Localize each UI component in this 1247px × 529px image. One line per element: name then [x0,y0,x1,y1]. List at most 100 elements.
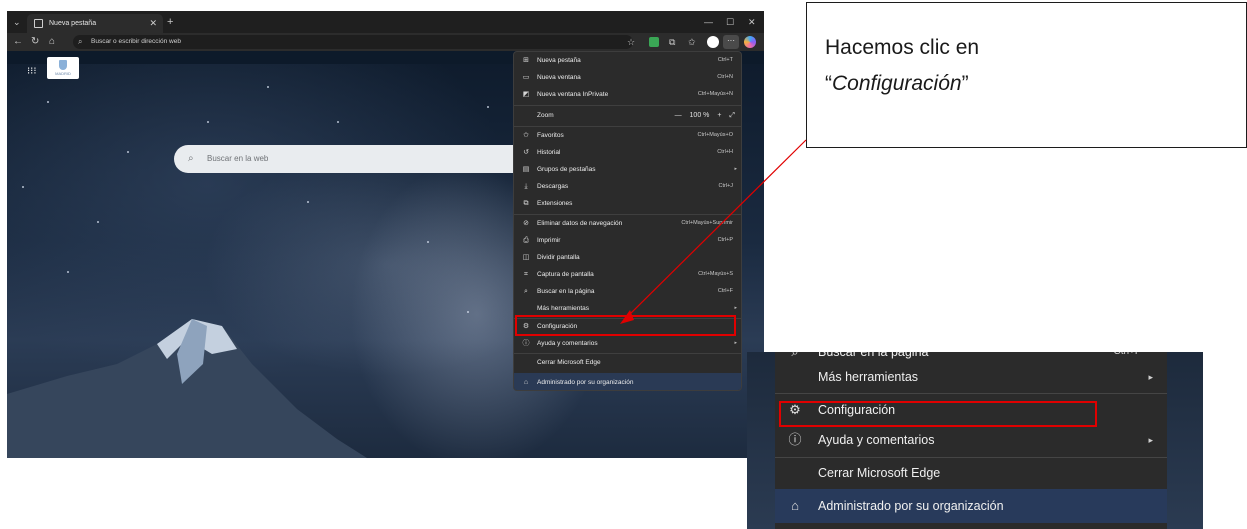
zoomed-more-tools-row[interactable]: Más herramientas ▸ [775,362,1167,392]
menu-item-extensions[interactable]: ⧉ Extensiones [514,195,741,212]
apps-grid-icon[interactable]: ⁝⁝⁝ [27,66,37,77]
zoomed-managed-row[interactable]: ⌂ Administrado por su organización [775,489,1167,523]
menu-item-label: Zoom [537,112,554,119]
find-icon: ⌕ [785,352,805,362]
web-search-input[interactable]: ⌕ Buscar en la web [174,145,530,173]
back-icon[interactable]: ← [13,33,23,51]
menu-item-screenshot[interactable]: ⌗ Captura de pantalla Ctrl+Mayús+S [514,266,741,283]
menu-item-shortcut: Ctrl+N [717,74,733,80]
favorites-icon: ✩ [523,132,529,139]
zoomed-close-edge-row[interactable]: Cerrar Microsoft Edge [775,458,1167,488]
zoom-out-button[interactable]: — [675,107,682,124]
zoom-in-button[interactable]: + [717,107,721,124]
refresh-icon[interactable]: ↻ [31,33,39,51]
zoomed-help-row[interactable]: ⓘ Ayuda y comentarios ▸ [775,425,1167,455]
extension-green-icon[interactable] [649,37,659,47]
menu-item-help[interactable]: ⓘ Ayuda y comentarios ▸ [514,335,741,352]
zoomed-more-tools-label: Más herramientas [818,370,919,384]
menu-item-label: Buscar en la página [537,288,595,295]
home-icon[interactable]: ⌂ [49,33,55,51]
menu-item-label: Ayuda y comentarios [537,340,598,347]
tab-bar: ⌄ Nueva pestaña ✕ + — ☐ ✕ [7,11,764,33]
window-maximize-button[interactable]: ☐ [726,11,734,33]
callout-close-quote: ” [961,72,969,95]
delete-data-icon: ⊘ [523,220,529,227]
submenu-arrow-icon: ▸ [734,340,737,346]
help-icon: ⓘ [788,432,802,447]
menu-divider [775,393,1167,394]
new-window-icon: ▭ [522,74,530,81]
menu-item-label: Captura de pantalla [537,271,594,278]
split-screen-icon: ◫ [522,254,530,261]
menu-item-label: Nueva ventana [537,74,581,81]
menu-item-history[interactable]: ↺ Historial Ctrl+H [514,144,741,161]
menu-item-delete-data[interactable]: ⊘ Eliminar datos de navegación Ctrl+Mayú… [514,215,741,232]
tab-new-tab[interactable]: Nueva pestaña ✕ [27,14,163,33]
organization-logo[interactable]: MADRID [47,57,79,79]
new-tab-button[interactable]: + [167,11,173,33]
callout-box: Hacemos clic en “Configuración” [806,2,1247,148]
callout-emphasis: Configuración [832,72,962,95]
callout-line-1: Hacemos clic en [825,36,980,59]
menu-item-new-tab[interactable]: ⊞ Nueva pestaña Ctrl+T [514,52,741,69]
org-logo-text: MADRID [55,71,71,76]
window-minimize-button[interactable]: — [704,11,713,33]
menu-item-label: Favoritos [537,132,564,139]
menu-item-shortcut: Ctrl+F [717,288,733,294]
menu-item-close-edge[interactable]: Cerrar Microsoft Edge [514,354,741,371]
zoomed-find-shortcut: Ctrl+F [1114,352,1142,362]
settings-highlight-box [515,315,736,336]
inprivate-icon: ◩ [522,91,530,98]
tab-actions-chevron-icon[interactable]: ⌄ [13,11,21,33]
menu-item-shortcut: Ctrl+J [718,183,733,189]
profile-avatar[interactable] [707,36,719,48]
zoomed-find-row[interactable]: ⌕ Buscar en la página Ctrl+F [775,352,1167,362]
menu-item-tab-groups[interactable]: ▤ Grupos de pestañas ▸ [514,161,741,178]
print-icon: ⎙ [523,237,529,244]
favorites-bar-icon[interactable]: ✩ [688,33,696,51]
zoom-controls: — 100 % + ⤢ [669,107,735,124]
new-tab-icon: ⊞ [523,57,529,64]
crest-icon [59,60,67,70]
fullscreen-icon[interactable]: ⤢ [729,107,735,124]
menu-item-inprivate[interactable]: ◩ Nueva ventana InPrivate Ctrl+Mayús+N [514,86,741,103]
menu-item-split-screen[interactable]: ◫ Dividir pantalla [514,249,741,266]
zoomed-managed-label: Administrado por su organización [818,499,1004,513]
zoomed-menu: ⌕ Buscar en la página Ctrl+F Más herrami… [775,352,1167,529]
extensions-icon[interactable]: ⧉ [669,33,675,51]
tab-close-icon[interactable]: ✕ [149,14,157,33]
menu-item-shortcut: Ctrl+H [717,149,733,155]
downloads-icon: ⤓ [524,183,528,190]
extensions-icon: ⧉ [523,200,529,207]
submenu-arrow-icon: ▸ [1148,372,1153,382]
menu-item-favorites[interactable]: ✩ Favoritos Ctrl+Mayús+O [514,127,741,144]
menu-item-shortcut: Ctrl+Mayús+O [697,132,733,138]
address-placeholder: Buscar o escribir dirección web [91,38,181,45]
menu-item-downloads[interactable]: ⤓ Descargas Ctrl+J [514,178,741,195]
help-icon: ⓘ [522,340,530,347]
submenu-arrow-icon: ▸ [734,166,737,172]
menu-item-find[interactable]: ⌕ Buscar en la página Ctrl+F [514,283,741,300]
briefcase-icon: ⌂ [523,379,529,386]
menu-item-shortcut: Ctrl+P [717,237,733,243]
briefcase-icon: ⌂ [791,498,799,513]
menu-item-label: Grupos de pestañas [537,166,596,173]
settings-menu: ⊞ Nueva pestaña Ctrl+T ▭ Nueva ventana C… [513,51,742,391]
menu-item-label: Nueva ventana InPrivate [537,91,609,98]
menu-item-managed[interactable]: ⌂ Administrado por su organización [514,373,741,390]
favorite-star-icon[interactable]: ☆ [627,33,635,51]
copilot-icon[interactable] [744,36,756,48]
find-icon: ⌕ [524,288,528,295]
web-search-placeholder: Buscar en la web [207,154,269,163]
zoomed-detail-panel: ⌕ Buscar en la página Ctrl+F Más herrami… [747,352,1203,529]
menu-item-zoom: Zoom — 100 % + ⤢ [514,107,741,124]
zoomed-find-label: Buscar en la página [818,352,929,359]
menu-item-label: Descargas [537,183,569,190]
address-input[interactable]: ⌕ Buscar o escribir dirección web [73,35,633,49]
menu-item-new-window[interactable]: ▭ Nueva ventana Ctrl+N [514,69,741,86]
settings-and-more-button[interactable]: ··· [723,35,739,49]
window-close-button[interactable]: ✕ [748,11,756,33]
menu-item-label: Historial [537,149,561,156]
menu-item-print[interactable]: ⎙ Imprimir Ctrl+P [514,232,741,249]
callout-text: Hacemos clic en “Configuración” [825,30,1225,102]
